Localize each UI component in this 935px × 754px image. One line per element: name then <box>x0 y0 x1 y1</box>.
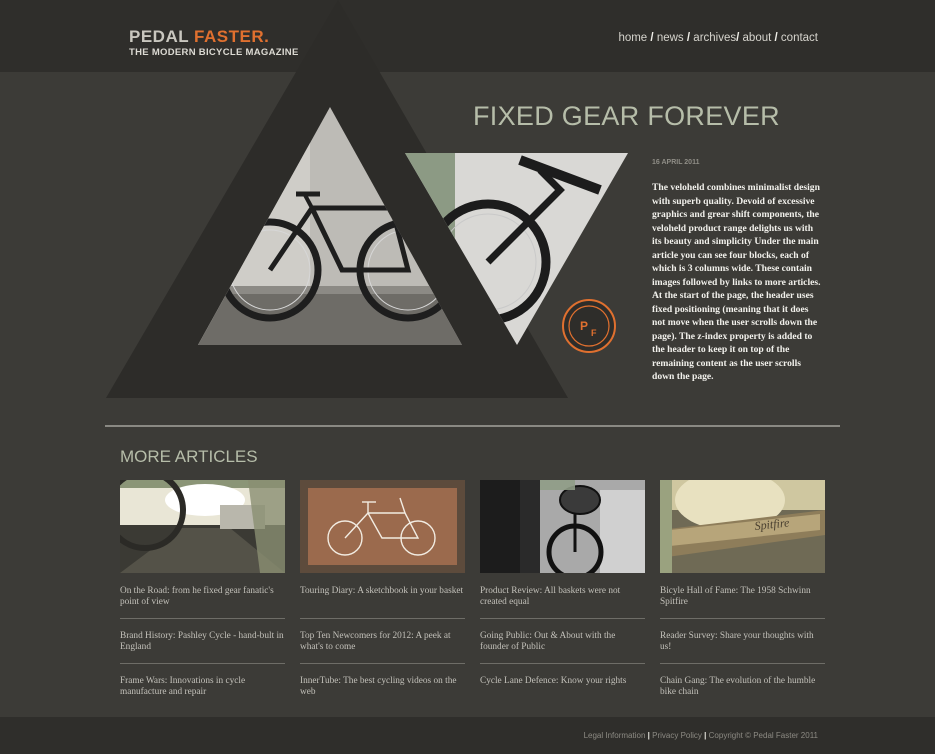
article-link[interactable]: InnerTube: The best cycling videos on th… <box>300 676 465 698</box>
footer-links: Legal Information | Privacy Policy | Cop… <box>584 731 818 740</box>
article-column: Product Review: All baskets were not cre… <box>480 480 645 686</box>
article-column: On the Road: from he fixed gear fanatic'… <box>120 480 285 697</box>
nav-home-link[interactable]: home <box>618 32 647 44</box>
logo-title: PEDAL FASTER. <box>129 28 299 45</box>
article-link[interactable]: Frame Wars: Innovations in cycle manufac… <box>120 676 285 698</box>
svg-text:F: F <box>591 328 597 338</box>
main-nav: home / news / archives/ about / contact <box>618 32 818 44</box>
link-divider <box>120 663 285 664</box>
feature-body: The veloheld combines minimalist design … <box>652 182 821 382</box>
site-logo[interactable]: PEDAL FASTER. THE MODERN BICYCLE MAGAZIN… <box>129 28 299 58</box>
thumb-bicycle-sketch[interactable] <box>300 480 465 573</box>
article-link[interactable]: On the Road: from he fixed gear fanatic'… <box>120 586 285 608</box>
nav-separator: / <box>650 32 654 44</box>
link-divider <box>120 618 285 619</box>
more-articles-heading: MORE ARTICLES <box>120 447 258 466</box>
legal-info-link[interactable]: Legal Information <box>584 731 646 740</box>
thumb-basket-photo[interactable] <box>480 480 645 573</box>
svg-text:P: P <box>580 319 588 333</box>
nav-about-link[interactable]: about <box>743 32 772 44</box>
nav-news-link[interactable]: news <box>657 32 684 44</box>
footer-bar: Legal Information | Privacy Policy | Cop… <box>0 717 935 754</box>
article-link[interactable]: Product Review: All baskets were not cre… <box>480 586 645 608</box>
pf-badge-icon: P F <box>562 299 616 353</box>
logo-tagline: THE MODERN BICYCLE MAGAZINE <box>129 47 299 58</box>
article-column: Spitfire Bicyle Hall of Fame: The 1958 S… <box>660 480 825 697</box>
section-divider <box>105 425 840 427</box>
article-link[interactable]: Brand History: Pashley Cycle - hand-bult… <box>120 631 285 653</box>
article-link[interactable]: Chain Gang: The evolution of the humble … <box>660 676 825 698</box>
thumb-road-photo[interactable] <box>120 480 285 573</box>
article-link[interactable]: Bicyle Hall of Fame: The 1958 Schwinn Sp… <box>660 586 825 608</box>
nav-archives-link[interactable]: archives <box>693 32 736 44</box>
link-divider <box>480 663 645 664</box>
article-link[interactable]: Reader Survey: Share your thoughts with … <box>660 631 825 653</box>
copyright-text: Copyright © Pedal Faster 2011 <box>708 731 818 740</box>
link-divider <box>300 618 465 619</box>
article-link[interactable]: Top Ten Newcomers for 2012: A peek at wh… <box>300 631 465 653</box>
link-divider <box>480 618 645 619</box>
link-divider <box>300 663 465 664</box>
nav-separator: / <box>686 32 691 44</box>
thumb-spitfire-photo[interactable]: Spitfire <box>660 480 825 573</box>
link-divider <box>660 618 825 619</box>
feature-date: 16 APRIL 2011 <box>652 159 700 166</box>
nav-separator: / <box>774 32 778 44</box>
footer-separator: | <box>647 731 650 740</box>
article-link[interactable]: Cycle Lane Defence: Know your rights <box>480 676 645 687</box>
nav-separator: / <box>736 32 740 44</box>
article-column: Touring Diary: A sketchbook in your bask… <box>300 480 465 697</box>
article-link[interactable]: Going Public: Out & About with the found… <box>480 631 645 653</box>
privacy-policy-link[interactable]: Privacy Policy <box>652 731 702 740</box>
logo-word-faster: FASTER. <box>194 27 270 46</box>
nav-contact-link[interactable]: contact <box>781 32 818 44</box>
footer-separator: | <box>704 731 707 740</box>
link-divider <box>660 663 825 664</box>
article-link[interactable]: Touring Diary: A sketchbook in your bask… <box>300 586 465 597</box>
logo-word-pedal: PEDAL <box>129 27 189 46</box>
feature-title: FIXED GEAR FOREVER <box>473 101 780 131</box>
